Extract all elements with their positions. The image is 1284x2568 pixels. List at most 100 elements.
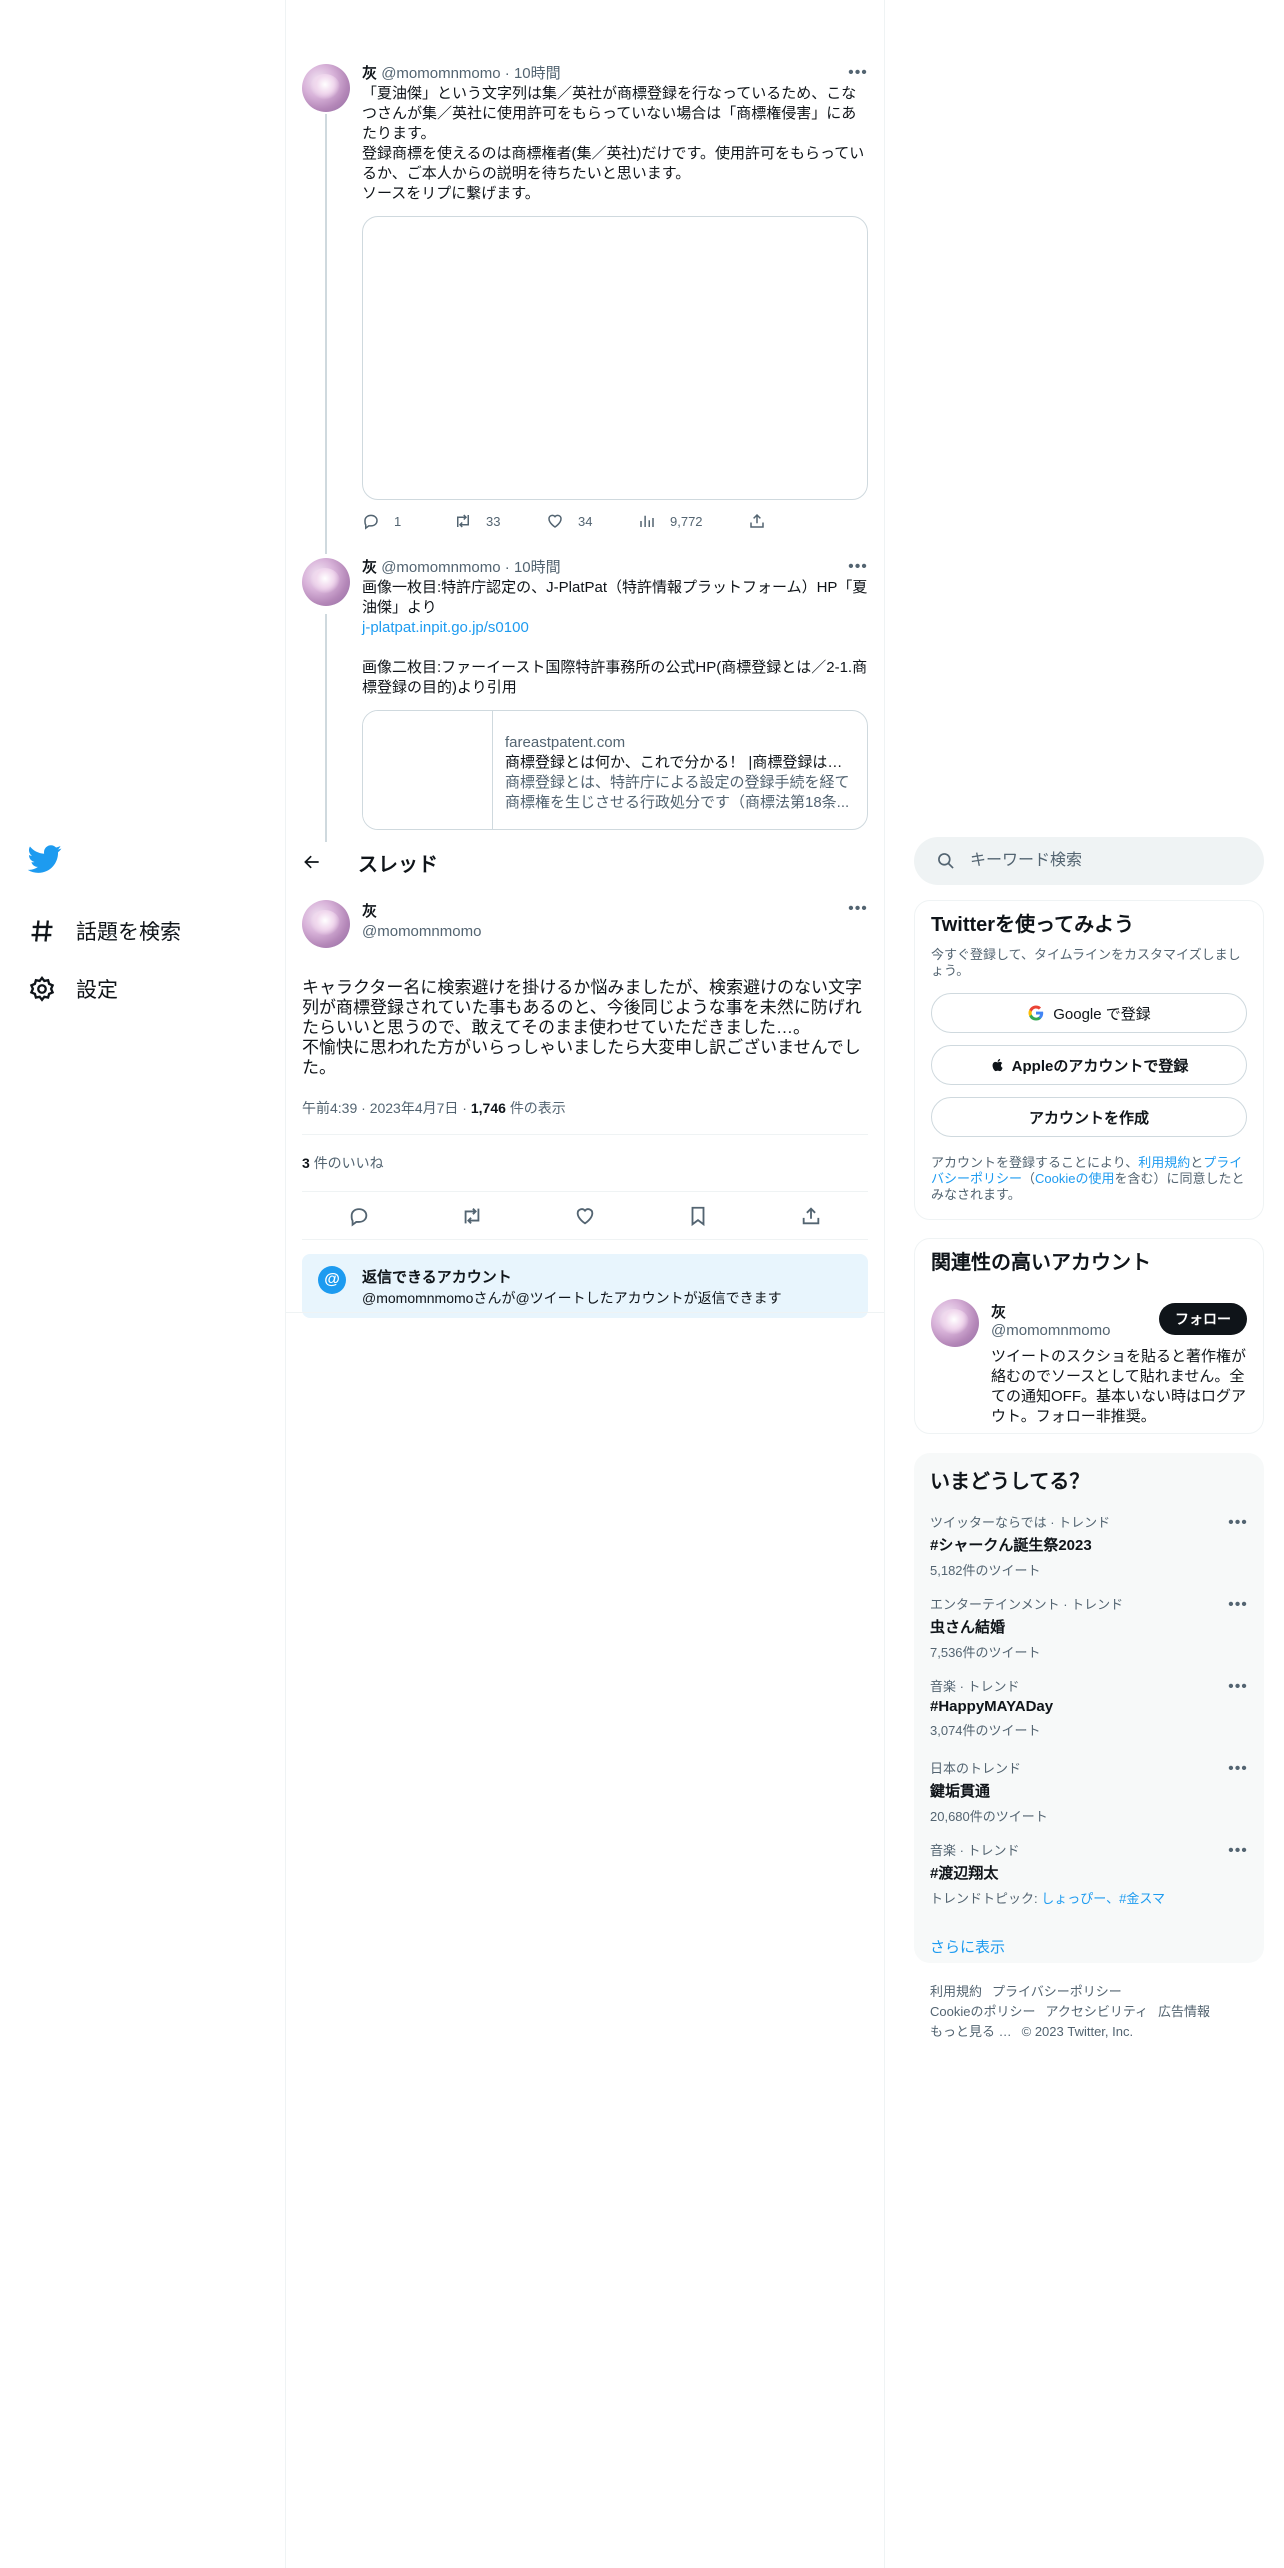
create-account-label: アカウントを作成 bbox=[1028, 1109, 1149, 1127]
trend-topic-label: トレンドトピック: bbox=[930, 1891, 1042, 1906]
tweet-time[interactable]: 10時間 bbox=[514, 559, 561, 576]
heart-icon[interactable] bbox=[574, 1205, 596, 1227]
reply-restriction-notice: @ 返信できるアカウント @momomnmomoさんが@ツイートしたアカウントが… bbox=[302, 1254, 868, 1318]
footer-link[interactable]: プライバシーポリシー bbox=[992, 1984, 1122, 1999]
tweet-actions: 1 33 34 9,772 bbox=[362, 512, 868, 530]
reply-restriction-text: @momomnmomoさんが@ツイートしたアカウントが返信できます bbox=[362, 1290, 782, 1306]
tweet-text: 画像二枚目:ファーイースト国際特許事務所の公式HP(商標登録とは／2-1.商標登… bbox=[362, 659, 868, 696]
thread-tweet[interactable]: 灰 @momomnmomo · 10時間 ••• 「夏油傑」という文字列は集／英… bbox=[302, 64, 868, 530]
back-arrow-icon[interactable] bbox=[302, 852, 322, 872]
reply-button[interactable]: 1 bbox=[362, 512, 454, 530]
tweet-header: 灰 @momomnmomo · 10時間 bbox=[362, 559, 561, 576]
bookmark-icon[interactable] bbox=[687, 1205, 709, 1227]
nav-explore[interactable]: 話題を検索 bbox=[28, 902, 258, 960]
trend-count: 7,536件のツイート bbox=[930, 1645, 1041, 1660]
tweet-link[interactable]: j-platpat.inpit.go.jp/s0100 bbox=[362, 618, 868, 638]
trend-topic: トレンドトピック: しょっぴー、#金スマ bbox=[930, 1888, 1248, 1907]
show-more-link[interactable]: さらに表示 bbox=[914, 1922, 1264, 1971]
trend-topic-links[interactable]: しょっぴー、#金スマ bbox=[1041, 1891, 1165, 1906]
tweet-time[interactable]: 午前4:39 bbox=[302, 1100, 357, 1116]
share-button[interactable] bbox=[748, 512, 840, 530]
google-signup-button[interactable]: Google で登録 bbox=[931, 993, 1247, 1033]
nav-settings[interactable]: 設定 bbox=[28, 960, 258, 1018]
author-name[interactable]: 灰 bbox=[362, 902, 481, 922]
footer: 利用規約 プライバシーポリシー Cookieのポリシー アクセシビリティ 広告情報 も… bbox=[930, 1982, 1260, 2042]
likes-count: 3 bbox=[302, 1155, 310, 1171]
likes-summary[interactable]: 3 件のいいね bbox=[302, 1135, 868, 1192]
apple-signup-button[interactable]: Appleのアカウントで登録 bbox=[931, 1045, 1247, 1085]
more-options-icon[interactable]: ••• bbox=[848, 558, 868, 578]
reply-restriction-title: 返信できるアカウント bbox=[362, 1269, 512, 1286]
footer-link[interactable]: 広告情報 bbox=[1158, 2004, 1210, 2019]
trend-count: 20,680件のツイート bbox=[930, 1809, 1048, 1824]
trend-category: ツイッターならでは · トレンド bbox=[930, 1515, 1111, 1530]
more-options-icon[interactable]: ••• bbox=[848, 900, 868, 920]
share-icon[interactable] bbox=[800, 1205, 822, 1227]
tweet-time[interactable]: 10時間 bbox=[514, 65, 561, 82]
link-card[interactable]: fareastpatent.com 商標登録とは何か、これで分かる！ |商標登録… bbox=[362, 710, 868, 830]
trend-title: 虫さん結婚 bbox=[930, 1619, 1006, 1636]
thread-tweet[interactable]: 灰 @momomnmomo · 10時間 ••• 画像一枚目:特許庁認定の、J-… bbox=[302, 558, 868, 842]
more-options-icon[interactable]: ••• bbox=[1228, 1514, 1248, 1534]
like-count: 34 bbox=[578, 513, 593, 529]
views-button[interactable]: 9,772 bbox=[638, 512, 748, 530]
trend-item[interactable]: 日本のトレンド 鍵垢貫通 20,680件のツイート ••• bbox=[914, 1758, 1264, 1840]
twitter-logo-icon[interactable] bbox=[27, 842, 62, 876]
more-options-icon[interactable]: ••• bbox=[1228, 1760, 1248, 1780]
footer-link[interactable]: アクセシビリティ bbox=[1045, 2004, 1148, 2019]
more-options-icon[interactable]: ••• bbox=[1228, 1678, 1248, 1698]
trend-item[interactable]: 音楽 · トレンド #HappyMAYADay 3,074件のツイート ••• bbox=[914, 1676, 1264, 1758]
legal-text: （ bbox=[1022, 1171, 1036, 1186]
reply-count: 1 bbox=[394, 513, 402, 529]
author-name[interactable]: 灰 bbox=[362, 559, 377, 576]
retweet-button[interactable]: 33 bbox=[454, 512, 546, 530]
related-accounts-panel: 関連性の高いアカウント 灰 @momomnmomo ツイートのスクショを貼ると著… bbox=[914, 1238, 1264, 1434]
search-box[interactable] bbox=[914, 837, 1264, 885]
reply-icon[interactable] bbox=[348, 1205, 370, 1227]
view-count: 9,772 bbox=[670, 513, 703, 529]
trend-title: #シャークん誕生祭2023 bbox=[930, 1537, 1092, 1554]
trend-category: 音楽 · トレンド bbox=[930, 1843, 1020, 1858]
author-handle[interactable]: @momomnmomo bbox=[381, 65, 500, 82]
avatar[interactable] bbox=[931, 1299, 979, 1347]
card-domain: fareastpatent.com bbox=[505, 734, 626, 751]
nav-explore-label: 話題を検索 bbox=[76, 921, 181, 944]
footer-more-link[interactable]: もっと見る … bbox=[930, 2024, 1012, 2039]
retweet-icon[interactable] bbox=[461, 1205, 483, 1227]
like-button[interactable]: 34 bbox=[546, 512, 638, 530]
signup-panel: Twitterを使ってみよう 今すぐ登録して、タイムラインをカスタマイズしましょ… bbox=[914, 900, 1264, 1220]
more-options-icon[interactable]: ••• bbox=[1228, 1596, 1248, 1616]
trend-item[interactable]: 音楽 · トレンド #渡辺翔太 トレンドトピック: しょっぴー、#金スマ ••• bbox=[914, 1840, 1264, 1922]
more-options-icon[interactable]: ••• bbox=[848, 64, 868, 84]
gear-icon bbox=[29, 976, 55, 1002]
card-title: 商標登録とは何か、これで分かる！ |商標登録はフ... bbox=[505, 754, 851, 771]
author-handle[interactable]: @momomnmomo bbox=[381, 559, 500, 576]
views-chart-icon bbox=[640, 515, 654, 527]
trend-item[interactable]: ツイッターならでは · トレンド #シャークん誕生祭2023 5,182件のツイ… bbox=[914, 1512, 1264, 1594]
terms-link[interactable]: 利用規約 bbox=[1138, 1155, 1190, 1170]
trend-category: 音楽 · トレンド bbox=[930, 1679, 1020, 1694]
avatar[interactable] bbox=[302, 64, 350, 112]
avatar[interactable] bbox=[302, 558, 350, 606]
tweet-media[interactable] bbox=[362, 216, 868, 500]
author-handle[interactable]: @momomnmomo bbox=[362, 922, 481, 942]
tweet-actions bbox=[302, 1192, 868, 1240]
tweet-text: 「夏油傑」という文字列は集／英社が商標登録を行なっているため、こなつさんが集／英… bbox=[362, 85, 865, 202]
signup-legal: アカウントを登録することにより、利用規約とプライバシーポリシー（Cookieの使… bbox=[931, 1155, 1247, 1203]
create-account-button[interactable]: アカウントを作成 bbox=[931, 1097, 1247, 1137]
avatar[interactable] bbox=[302, 900, 350, 948]
author-name[interactable]: 灰 bbox=[362, 65, 377, 82]
retweet-count: 33 bbox=[486, 513, 501, 529]
footer-link[interactable]: Cookieのポリシー bbox=[930, 2004, 1035, 2019]
cookie-link[interactable]: Cookieの使用 bbox=[1035, 1171, 1114, 1186]
apple-signup-label: Appleのアカウントで登録 bbox=[1011, 1057, 1189, 1075]
search-input[interactable] bbox=[970, 837, 1250, 885]
trend-item[interactable]: エンターテインメント · トレンド 虫さん結婚 7,536件のツイート ••• bbox=[914, 1594, 1264, 1676]
more-options-icon[interactable]: ••• bbox=[1228, 1842, 1248, 1862]
tweet-text: 画像一枚目:特許庁認定の、J-PlatPat（特許情報プラットフォーム）HP「夏… bbox=[362, 579, 868, 616]
follow-button[interactable]: フォロー bbox=[1159, 1303, 1247, 1335]
trend-title: #HappyMAYADay bbox=[930, 1698, 1054, 1715]
footer-link[interactable]: 利用規約 bbox=[930, 1984, 982, 1999]
page-title: スレッド bbox=[358, 853, 438, 876]
tweet-date[interactable]: 2023年4月7日 bbox=[370, 1100, 459, 1116]
